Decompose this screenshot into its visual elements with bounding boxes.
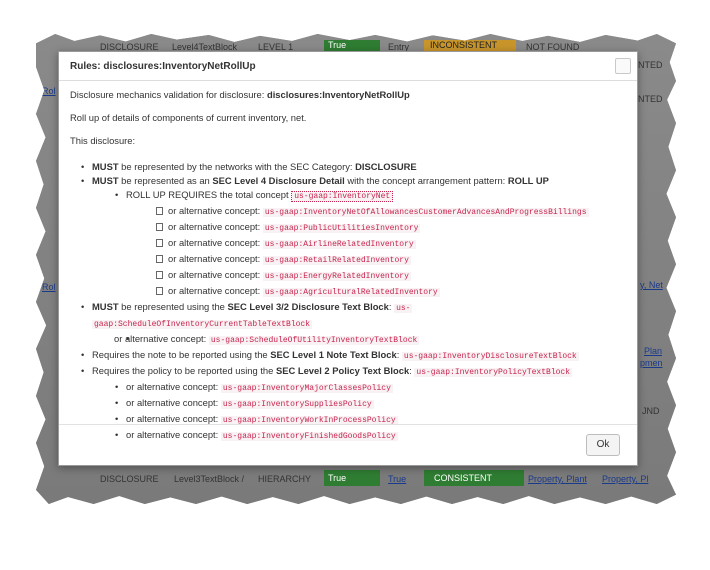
rule-bold: SEC Level 1 Note Text Block (270, 349, 397, 360)
rule-item: MUST be represented by the networks with… (70, 160, 630, 174)
dialog-footer: Ok (59, 424, 637, 465)
rule-text: with the concept arrangement pattern: (344, 175, 508, 186)
square-bullet-icon (156, 287, 163, 295)
alt-label: or alternative concept: (126, 381, 221, 392)
bg-fragment: NTED (638, 60, 663, 70)
dialog-header: Rules: disclosures:InventoryNetRollUp (59, 52, 637, 81)
bg-cell-true: True (324, 470, 380, 486)
rule-text: Requires the policy to be reported using… (92, 365, 276, 376)
concept-code: us-gaap:InventoryNet (291, 191, 394, 202)
rules-dialog: Rules: disclosures:InventoryNetRollUp Di… (58, 51, 638, 466)
bg-fragment-link: Plan (644, 346, 663, 356)
alt-item: or alternative concept: us-gaap:EnergyRe… (70, 268, 630, 284)
alt-label: or alternative concept: (168, 221, 263, 232)
intro-prefix: Disclosure mechanics validation for disc… (70, 89, 267, 100)
dialog-body: Disclosure mechanics validation for disc… (70, 88, 630, 444)
concept-code: gaap:ScheduleOfInventoryCurrentTableText… (92, 320, 313, 329)
bg-fragment-link: y, Net (640, 280, 663, 290)
bg-cell: Level3TextBlock / (174, 474, 245, 484)
alt-item: or alternative concept: us-gaap:Inventor… (70, 396, 630, 412)
rule-bold: SEC Level 2 Policy Text Block (275, 365, 410, 376)
must-label: MUST (92, 175, 119, 186)
rule-bold: SEC Level 3/2 Disclosure Text Block (227, 301, 389, 312)
rule-text: Requires the note to be reported using t… (92, 349, 271, 360)
rule-text: be represented by the networks with the … (118, 161, 356, 172)
rule-item: MUST be represented using the SEC Level … (70, 300, 630, 332)
bg-cell-consistent: CONSISTENT (424, 470, 524, 486)
disclosure-name: disclosures:InventoryNetRollUp (266, 89, 410, 100)
concept-code: us-gaap:PublicUtilitiesInventory (262, 224, 421, 233)
rule-item: MUST be represented as an SEC Level 4 Di… (70, 174, 630, 188)
rule-text: be represented using the (118, 301, 228, 312)
alt-item: or alternative concept: us-gaap:Inventor… (70, 380, 630, 396)
alt-label: or alternative concept: (114, 333, 209, 344)
close-button[interactable] (615, 58, 631, 74)
ok-button[interactable]: Ok (586, 434, 620, 456)
alt-item: or alternative concept: us-gaap:PublicUt… (70, 220, 630, 236)
rule-item: Requires the note to be reported using t… (70, 348, 630, 364)
rollup-text: ROLL UP REQUIRES the total concept (126, 189, 292, 200)
bg-cell: DISCLOSURE (100, 474, 159, 484)
square-bullet-icon (156, 271, 163, 279)
concept-code: us-gaap:AgriculturalRelatedInventory (262, 288, 440, 297)
alt-label: or alternative concept: (168, 237, 263, 248)
concept-code: us-gaap:InventoryPolicyTextBlock (414, 368, 573, 377)
square-bullet-icon (156, 207, 163, 215)
alt-label: or alternative concept: (168, 205, 263, 216)
alt-item: or alternative concept: us-gaap:AirlineR… (70, 236, 630, 252)
bg-cell-link: Property, Pl (602, 474, 649, 484)
rule-bold: SEC Level 4 Disclosure Detail (212, 175, 345, 186)
alt-item: or alternative concept: us-gaap:Schedule… (70, 332, 630, 348)
concept-code: us-gaap:InventorySuppliesPolicy (220, 400, 374, 409)
rollup-item: ROLL UP REQUIRES the total concept us-ga… (70, 188, 630, 204)
must-label: MUST (92, 301, 119, 312)
square-bullet-icon (156, 255, 163, 263)
square-bullet-icon (156, 239, 163, 247)
bg-fragment: JND (642, 406, 660, 416)
alt-item: or alternative concept: us-gaap:Inventor… (70, 204, 630, 220)
concept-code: us-gaap:InventoryMajorClassesPolicy (220, 384, 393, 393)
alt-label: or alternative concept: (168, 269, 263, 280)
bg-cell-link: True (388, 474, 407, 484)
bg-cell: HIERARCHY (258, 474, 312, 484)
alt-label: or alternative concept: (168, 253, 263, 264)
alt-label: or alternative concept: (126, 397, 221, 408)
concept-code: us-gaap:EnergyRelatedInventory (262, 272, 411, 281)
must-label: MUST (92, 161, 119, 172)
alt-item: or alternative concept: us-gaap:Agricult… (70, 284, 630, 300)
rules-list: MUST be represented by the networks with… (70, 160, 630, 444)
dialog-title: Rules: disclosures:InventoryNetRollUp (70, 61, 256, 72)
concept-code: us- (394, 304, 413, 313)
square-bullet-icon (156, 223, 163, 231)
bg-fragment-link: pmen (640, 358, 663, 368)
description: Roll up of details of components of curr… (70, 112, 307, 123)
concept-code: us-gaap:RetailRelatedInventory (262, 256, 411, 265)
rule-item: Requires the policy to be reported using… (70, 364, 630, 380)
alt-label: or alternative concept: (168, 285, 263, 296)
rule-text: be represented as an (118, 175, 213, 186)
rule-value: ROLL UP (507, 175, 549, 186)
bg-fragment: NTED (638, 94, 663, 104)
alt-item: or alternative concept: us-gaap:RetailRe… (70, 252, 630, 268)
concept-code: us-gaap:InventoryNetOfAllowancesCustomer… (262, 208, 589, 217)
concept-code: us-gaap:ScheduleOfUtilityInventoryTextBl… (208, 336, 420, 345)
alt-label: or alternative concept: (126, 413, 221, 424)
bg-cell-link: Property, Plant (528, 474, 587, 484)
rule-value: DISCLOSURE (355, 161, 417, 172)
this-disclosure-label: This disclosure: (70, 135, 136, 146)
concept-code: us-gaap:InventoryDisclosureTextBlock (401, 352, 579, 361)
intro-line: Disclosure mechanics validation for disc… (70, 88, 630, 102)
concept-code: us-gaap:AirlineRelatedInventory (262, 240, 416, 249)
